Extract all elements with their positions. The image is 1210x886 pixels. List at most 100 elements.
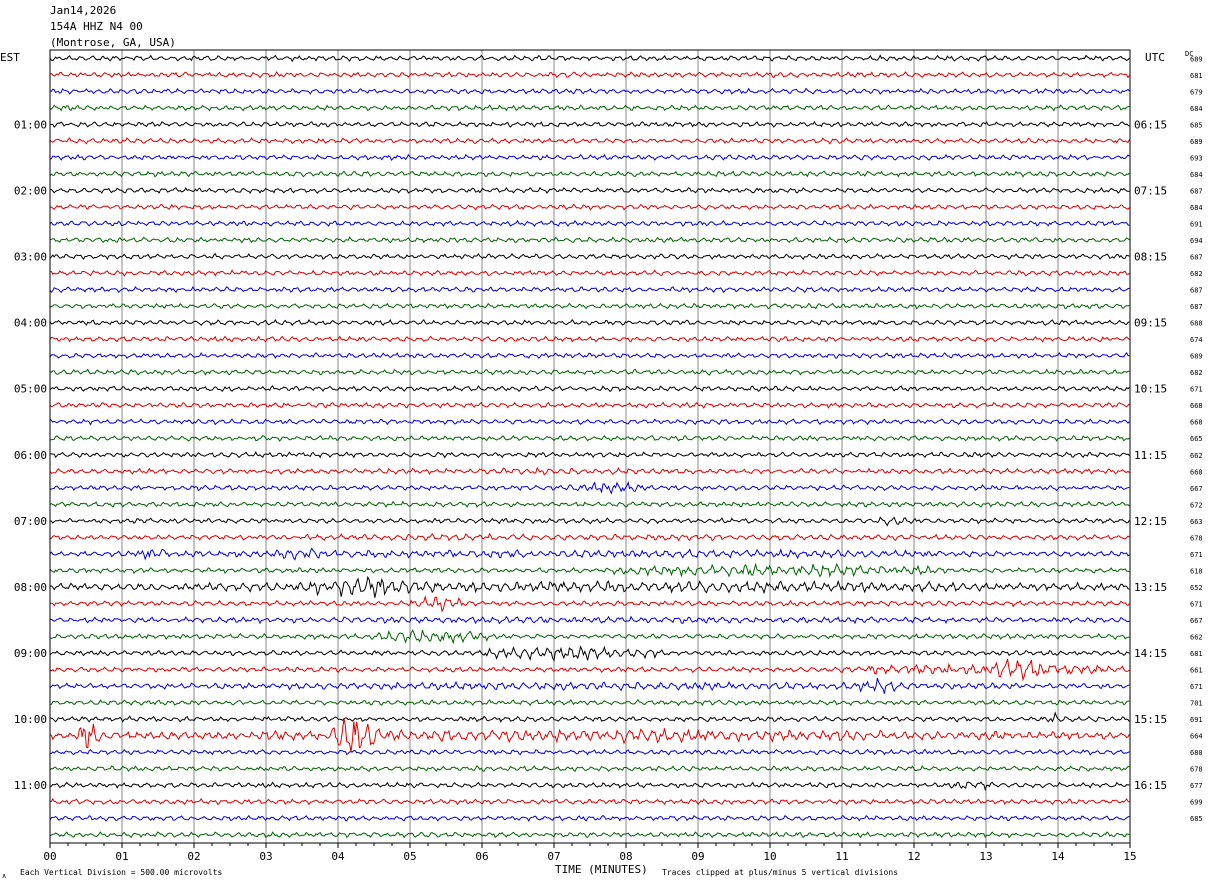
trace-row-26	[49, 480, 1130, 495]
dc-value: 691	[1190, 716, 1203, 724]
right-hour-label: 14:15	[1134, 647, 1167, 660]
x-tick-label: 00	[43, 850, 56, 863]
trace-row-27	[49, 500, 1130, 509]
dc-value: 688	[1190, 320, 1203, 328]
dc-value: 680	[1190, 749, 1203, 757]
trace-row-42	[50, 748, 1130, 756]
trace-row-14	[49, 285, 1130, 294]
trace-row-35	[49, 629, 1130, 645]
trace-row-16	[49, 318, 1130, 327]
x-tick-label: 13	[979, 850, 992, 863]
left-timezone-label: EST	[0, 51, 20, 64]
trace-row-24	[49, 451, 1130, 459]
right-timezone-label: UTC	[1145, 51, 1165, 64]
x-tick-label: 06	[475, 850, 488, 863]
dc-value: 679	[1190, 88, 1203, 96]
left-hour-label: 04:00	[14, 317, 47, 330]
trace-row-11	[49, 236, 1130, 244]
dc-value: 652	[1190, 584, 1203, 592]
trace-row-37	[49, 659, 1130, 682]
right-hour-label: 12:15	[1134, 515, 1167, 528]
dc-value: 687	[1190, 287, 1203, 295]
dc-value: 662	[1190, 452, 1203, 460]
dc-value: 671	[1190, 551, 1203, 559]
trace-row-43	[49, 765, 1130, 773]
trace-row-20	[49, 385, 1130, 393]
x-tick-label: 14	[1051, 850, 1065, 863]
dc-value: 664	[1190, 733, 1203, 741]
left-hour-label: 11:00	[14, 779, 47, 792]
dc-header-label: DC	[1185, 50, 1193, 58]
trace-row-22	[49, 418, 1130, 426]
trace-row-41	[49, 718, 1130, 753]
trace-row-28	[49, 516, 1130, 527]
x-tick-label: 02	[187, 850, 200, 863]
trace-row-46	[49, 814, 1130, 822]
x-tick-label: 01	[115, 850, 128, 863]
dc-value: 618	[1190, 567, 1203, 575]
dc-value: 701	[1190, 700, 1203, 708]
dc-value: 661	[1190, 667, 1203, 675]
x-axis-label: TIME (MINUTES)	[555, 863, 648, 876]
dc-value: 671	[1190, 600, 1203, 608]
dc-value: 665	[1190, 435, 1203, 443]
dc-value: 682	[1190, 369, 1203, 377]
dc-value: 693	[1190, 154, 1203, 162]
trace-row-9	[49, 203, 1130, 211]
left-hour-label: 07:00	[14, 515, 47, 528]
left-hour-label: 09:00	[14, 647, 47, 660]
trace-row-13	[49, 269, 1130, 277]
trace-row-0	[49, 54, 1130, 63]
grid-lines	[121, 50, 1059, 843]
trace-row-47	[49, 831, 1130, 839]
dc-value: 663	[1190, 518, 1203, 526]
x-tick-label: 04	[331, 850, 345, 863]
left-hour-label: 06:00	[14, 449, 47, 462]
trace-row-23	[49, 434, 1130, 442]
trace-row-31	[49, 562, 1130, 578]
dc-value: 668	[1190, 419, 1203, 427]
trace-row-40	[49, 711, 1130, 723]
dc-value: 689	[1190, 353, 1203, 361]
dc-value: 668	[1190, 402, 1203, 410]
footer-clip-note: Traces clipped at plus/minus 5 vertical …	[662, 868, 898, 877]
trace-row-19	[49, 368, 1130, 376]
trace-row-44	[49, 781, 1130, 792]
left-hour-label: 02:00	[14, 184, 47, 197]
trace-row-45	[49, 797, 1130, 806]
x-tick-label: 05	[403, 850, 416, 863]
trace-row-15	[49, 302, 1130, 310]
x-tick-label: 11	[835, 850, 848, 863]
dc-value: 699	[1190, 799, 1203, 807]
dc-value: 687	[1190, 303, 1203, 311]
left-hour-label: 10:00	[14, 713, 47, 726]
trace-row-32	[49, 575, 1130, 598]
dc-value: 684	[1190, 204, 1203, 212]
dc-value: 687	[1190, 187, 1203, 195]
right-hour-label: 16:15	[1134, 779, 1167, 792]
right-hour-labels: 06:15 07:15 08:15 09:15 10:15 11:15 12:15 13:15…	[1134, 118, 1167, 792]
dc-value: 685	[1190, 121, 1203, 129]
trace-group	[49, 54, 1130, 839]
trace-row-8	[50, 186, 1130, 195]
right-hour-label: 11:15	[1134, 449, 1167, 462]
trace-row-1	[49, 71, 1130, 79]
dc-value: 672	[1190, 501, 1203, 509]
dc-value: 678	[1190, 766, 1203, 774]
right-hour-label: 13:15	[1134, 581, 1167, 594]
trace-row-39	[49, 698, 1130, 707]
x-tick-label: 09	[691, 850, 704, 863]
trace-row-33	[49, 595, 1130, 613]
trace-row-34	[49, 615, 1130, 625]
x-tick-label: 12	[907, 850, 920, 863]
dc-value: 671	[1190, 386, 1203, 394]
trace-row-10	[49, 219, 1130, 228]
trace-row-2	[49, 87, 1130, 95]
dc-value: 671	[1190, 683, 1203, 691]
x-tick-label: 03	[259, 850, 272, 863]
x-tick-label: 15	[1123, 850, 1136, 863]
trace-row-7	[49, 170, 1130, 178]
trace-row-3	[49, 104, 1130, 112]
trace-row-38	[49, 677, 1130, 694]
dc-value: 689	[1190, 138, 1203, 146]
